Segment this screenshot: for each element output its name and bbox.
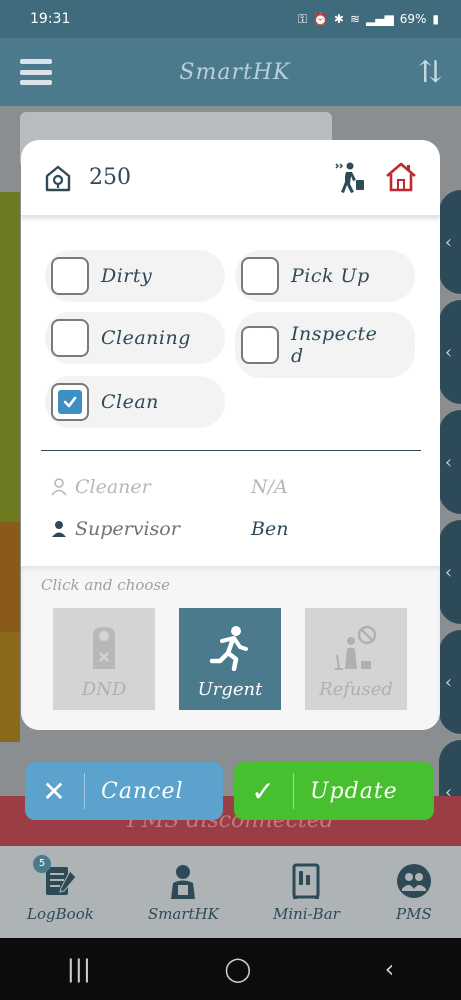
alarm-icon: ⏰ — [312, 12, 328, 26]
status-option-dirty[interactable]: Dirty — [45, 250, 225, 302]
pms-users-icon — [396, 864, 431, 898]
chevron-left-icon[interactable]: ‹ — [439, 520, 461, 624]
room-strip — [0, 412, 20, 522]
room-status-dialog: 250 Dirty Pick Up Cleaning Inspecte d Cl… — [21, 140, 440, 730]
recent-apps-icon[interactable]: ||| — [67, 955, 91, 983]
signal-icon: ▂▄▆ — [366, 12, 394, 26]
status-option-cleaning[interactable]: Cleaning — [45, 312, 225, 364]
header-icons — [332, 160, 418, 194]
bluetooth-icon: ✱ — [333, 12, 344, 26]
logbook-badge: 5 — [33, 855, 52, 873]
status-label: Pick Up — [291, 265, 370, 287]
battery-level: 69% — [399, 12, 427, 26]
status-label: Inspecte d — [291, 323, 378, 367]
room-strip — [0, 302, 20, 412]
update-label: Update — [310, 778, 398, 804]
back-icon[interactable]: ‹ — [385, 955, 395, 983]
nav-logbook[interactable]: 5 LogBook — [27, 855, 94, 923]
dnd-label: DND — [81, 679, 127, 700]
nav-minibar[interactable]: Mini-Bar — [273, 861, 340, 923]
cleaner-row: Cleaner N/A — [51, 476, 288, 498]
nav-smarthk-label: SmartHK — [147, 905, 219, 923]
status-time: 19:31 — [30, 11, 71, 27]
status-option-clean[interactable]: Clean — [45, 376, 225, 428]
nav-pms[interactable]: PMS — [394, 861, 434, 923]
menu-icon[interactable] — [20, 59, 52, 85]
status-option-inspected[interactable]: Inspecte d — [235, 312, 415, 378]
cleaner-value: N/A — [251, 476, 288, 498]
chevron-left-icon[interactable]: ‹ — [439, 630, 461, 734]
home-icon[interactable]: ◯ — [224, 955, 251, 983]
sort-icon[interactable]: ⇅ — [418, 55, 443, 90]
refused-button[interactable]: Refused — [305, 608, 407, 710]
choose-section: Click and choose DND Urgent Refused — [21, 566, 440, 730]
cleaner-icon — [51, 478, 67, 496]
nav-minibar-label: Mini-Bar — [272, 905, 340, 923]
inspected-checkbox[interactable] — [241, 326, 279, 364]
room-strip — [0, 522, 20, 632]
refused-service-icon — [335, 625, 377, 670]
urgent-label: Urgent — [197, 679, 263, 700]
house-alert-icon[interactable] — [384, 160, 418, 194]
supervisor-value: Ben — [251, 518, 289, 540]
close-icon: ✕ — [25, 773, 85, 809]
cancel-label: Cancel — [101, 778, 184, 804]
checkmark-icon — [58, 390, 82, 414]
cancel-button[interactable]: ✕ Cancel — [25, 762, 223, 820]
supervisor-icon — [52, 521, 66, 537]
refused-label: Refused — [319, 679, 393, 700]
update-button[interactable]: ✓ Update — [234, 762, 434, 820]
supervisor-label: Supervisor — [75, 518, 180, 540]
battery-icon: ▮ — [432, 12, 439, 26]
status-label: Dirty — [101, 265, 153, 287]
dirty-checkbox[interactable] — [51, 257, 89, 295]
android-nav-bar: ||| ◯ ‹ — [0, 938, 461, 1000]
urgent-button[interactable]: Urgent — [179, 608, 281, 710]
cleaner-label: Cleaner — [75, 476, 151, 498]
app-title: SmartHK — [179, 59, 291, 85]
divider — [41, 450, 421, 451]
status-option-pick-up[interactable]: Pick Up — [235, 250, 415, 302]
room-strip — [0, 192, 20, 302]
key-icon: ⚿ — [297, 11, 307, 26]
nav-pms-label: PMS — [396, 905, 432, 923]
status-icons: ⚿ ⏰ ✱ ≋ ▂▄▆ 69% ▮ — [298, 12, 439, 27]
room-location-icon — [45, 165, 71, 191]
app-header: SmartHK ⇅ — [0, 38, 461, 106]
nav-logbook-label: LogBook — [27, 905, 94, 923]
cleaning-checkbox[interactable] — [51, 319, 89, 357]
status-label: Cleaning — [101, 327, 191, 349]
supervisor-row: Supervisor Ben — [51, 518, 288, 540]
status-bar: 19:31 ⚿ ⏰ ✱ ≋ ▂▄▆ 69% ▮ — [0, 0, 461, 38]
status-label: Clean — [101, 391, 159, 413]
chevron-left-icon[interactable]: ‹ — [439, 190, 461, 294]
guest-checkout-icon[interactable] — [332, 160, 366, 194]
do-not-disturb-icon — [93, 627, 115, 669]
choose-label: Click and choose — [41, 576, 171, 594]
pick-up-checkbox[interactable] — [241, 257, 279, 295]
dialog-header: 250 — [21, 140, 440, 216]
minibar-fridge-icon — [292, 863, 320, 899]
nav-smarthk[interactable]: SmartHK — [148, 861, 219, 923]
chevron-left-icon[interactable]: ‹ — [439, 410, 461, 514]
chevron-left-icon[interactable]: ‹ — [439, 300, 461, 404]
wifi-icon: ≋ — [349, 12, 361, 26]
dnd-button[interactable]: DND — [53, 608, 155, 710]
clean-checkbox[interactable] — [51, 383, 89, 421]
room-strip — [0, 632, 20, 742]
housekeeper-icon — [171, 865, 196, 899]
running-person-icon — [209, 626, 248, 671]
bottom-nav: 5 LogBook SmartHK Mini-Bar PMS — [0, 846, 461, 938]
checkmark-icon: ✓ — [234, 773, 294, 809]
room-number: 250 — [89, 165, 131, 190]
